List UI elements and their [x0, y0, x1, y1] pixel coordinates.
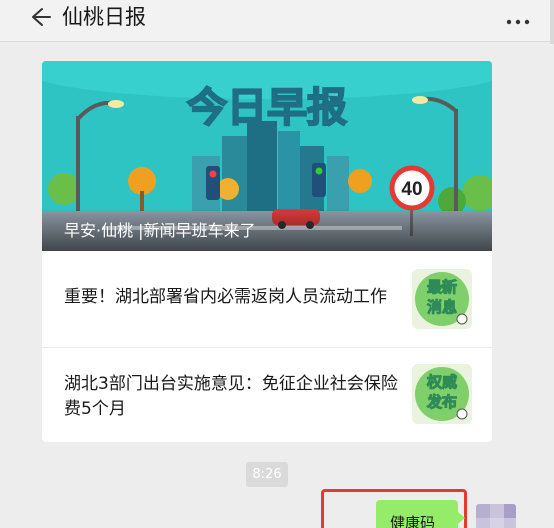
cover-caption: 早安·仙桃 |新闻早班车来了: [64, 221, 256, 240]
arrow-left-icon[interactable]: [26, 4, 52, 30]
article-item-title: 重要！湖北部署省内必需返岗人员流动工作: [64, 287, 387, 307]
message-timestamp: 8:26: [246, 462, 288, 487]
chat-title: 仙桃日报: [62, 5, 146, 29]
avatar[interactable]: [476, 504, 516, 528]
thumbnail-label: 最新 消息: [426, 278, 457, 317]
banner-title: 今日早报: [187, 85, 347, 131]
article-card[interactable]: 40 今日早报 早安·仙桃 |新闻早班车来了 重要！湖北部署省内必需返岗人员流动…: [42, 61, 492, 442]
message-text: 健康码: [390, 514, 436, 528]
speed-sign-value: 40: [401, 179, 422, 200]
bubble-tail: [458, 512, 465, 524]
article-item-title: 湖北3部门出台实施意见：免征企业社会保险费5个月: [64, 374, 398, 419]
article-item[interactable]: 重要！湖北部署省内必需返岗人员流动工作 最新 消息: [42, 251, 492, 347]
more-dots-icon[interactable]: [504, 4, 532, 32]
article-thumbnail: 权威 发布: [412, 364, 472, 424]
message-bubble[interactable]: 健康码: [376, 500, 458, 528]
window-edge: [550, 0, 554, 44]
cover-caption-overlay: 早安·仙桃 |新闻早班车来了: [42, 208, 492, 251]
article-cover[interactable]: 40 今日早报 早安·仙桃 |新闻早班车来了: [42, 61, 492, 251]
thumbnail-label: 权威 发布: [426, 373, 457, 412]
chat-header: 仙桃日报: [0, 0, 554, 42]
article-item[interactable]: 湖北3部门出台实施意见：免征企业社会保险费5个月 权威 发布: [42, 347, 492, 442]
article-thumbnail: 最新 消息: [412, 269, 472, 329]
